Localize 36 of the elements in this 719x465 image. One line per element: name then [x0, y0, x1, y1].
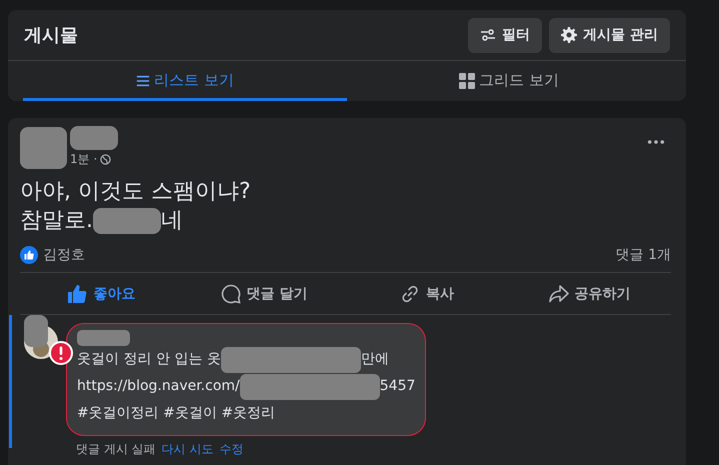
- post-time: 1분 ·: [70, 151, 98, 168]
- settings-icon: [561, 27, 578, 43]
- text-line: https://blog.naver.com/ 5457: [77, 373, 416, 400]
- like-reaction-icon: [20, 246, 38, 264]
- view-tab[interactable]: 그리드 보기: [347, 61, 671, 101]
- view-tab[interactable]: 리스트 보기: [23, 61, 347, 101]
- comment-count[interactable]: 댓글 1개: [616, 246, 671, 264]
- share-arrow-icon: [548, 284, 569, 304]
- post-action-button[interactable]: 복사: [346, 273, 508, 314]
- failure-status: 댓글 게시 실패: [76, 441, 156, 458]
- text-line: 참말로. 네: [20, 206, 184, 235]
- header-button[interactable]: 필터: [468, 18, 542, 52]
- grid-icon: [459, 72, 476, 88]
- link-icon: [400, 284, 420, 304]
- redaction-block: [93, 208, 161, 234]
- post-action-button[interactable]: 공유하기: [508, 273, 671, 314]
- comment-link[interactable]: 수정: [219, 441, 244, 458]
- speech-bubble-icon: [220, 284, 241, 304]
- header-button[interactable]: 게시물 관리: [549, 18, 670, 52]
- more-icon: [647, 140, 665, 144]
- redaction-block: [70, 126, 118, 150]
- text-line: 아야, 이것도 스팸이냐?: [20, 178, 252, 206]
- comment-link[interactable]: 다시 시도: [162, 441, 214, 458]
- post-action-button[interactable]: 좋아요: [20, 273, 183, 314]
- reactor-name: 김정호: [43, 246, 85, 264]
- section-title: 게시물: [24, 24, 78, 47]
- globe-icon: [100, 154, 112, 165]
- filter-icon: [480, 27, 496, 43]
- post-action-button[interactable]: 댓글 달기: [182, 273, 346, 314]
- list-icon: [136, 74, 150, 88]
- redaction-block: [77, 330, 130, 346]
- thumbs-up-icon: [67, 284, 88, 304]
- text-line: 옷걸이 정리 안 입는 옷 만에: [77, 346, 416, 373]
- redaction-block: [24, 315, 48, 347]
- redaction-block: [20, 127, 67, 169]
- text-line: #옷걸이정리 #옷걸이 #옷정리: [77, 404, 276, 423]
